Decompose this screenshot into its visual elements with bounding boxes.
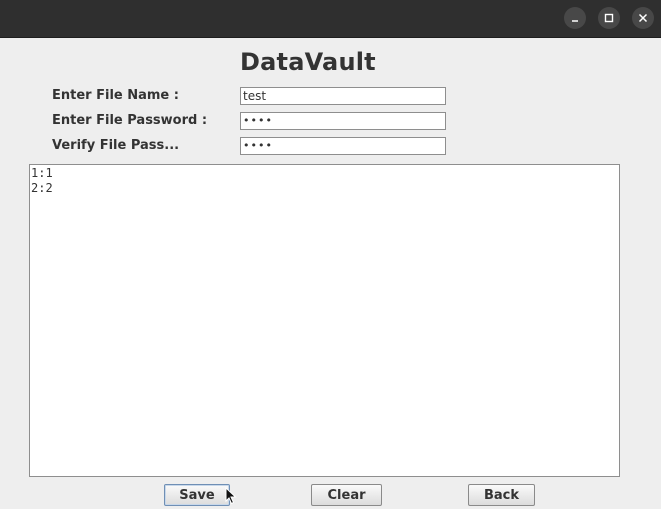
minimize-icon [572, 20, 578, 22]
title-bar[interactable] [0, 0, 661, 38]
back-button[interactable]: Back [468, 484, 535, 506]
verify-password-label: Verify File Pass... [52, 138, 180, 153]
text-line: 2:2 [31, 181, 53, 195]
text-line: 1:1 [31, 166, 53, 180]
minimize-button[interactable] [564, 7, 586, 29]
content-text-area[interactable]: 1:1 2:2 [29, 164, 620, 477]
file-name-input[interactable]: test [240, 87, 446, 105]
main-panel: DataVault Enter File Name : test Enter F… [0, 38, 661, 509]
file-name-label: Enter File Name : [52, 88, 179, 103]
verify-password-input[interactable]: •••• [240, 137, 446, 155]
app-window: DataVault Enter File Name : test Enter F… [0, 0, 661, 509]
app-title: DataVault [240, 48, 376, 76]
maximize-button[interactable] [598, 7, 620, 29]
clear-button[interactable]: Clear [311, 484, 382, 506]
file-password-input[interactable]: •••• [240, 112, 446, 130]
maximize-icon [604, 13, 614, 23]
close-icon [638, 13, 648, 23]
save-button[interactable]: Save [164, 484, 230, 506]
file-password-label: Enter File Password : [52, 113, 208, 128]
close-button[interactable] [632, 7, 654, 29]
